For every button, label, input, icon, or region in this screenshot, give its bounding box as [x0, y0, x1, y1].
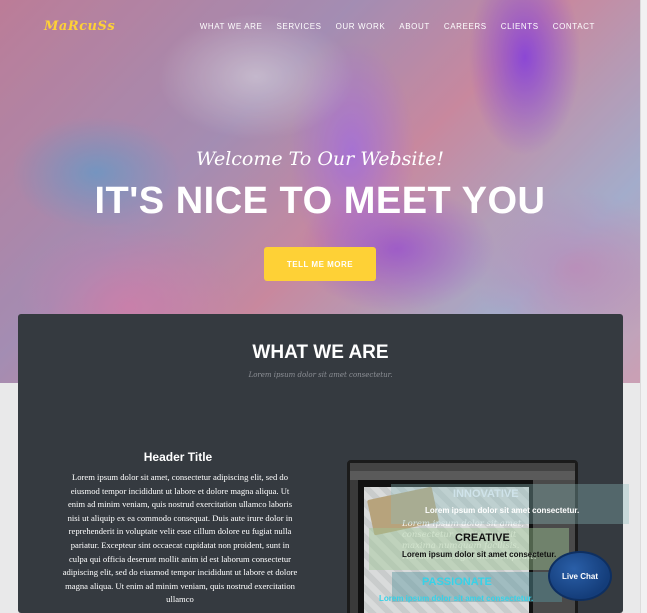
- nav-item-our-work[interactable]: OUR WORK: [336, 22, 386, 31]
- innovative-heading: INNOVATIVE: [453, 488, 519, 500]
- passionate-text: Lorem ipsum dolor sit amet consectetur.: [379, 594, 534, 603]
- nav-item-contact[interactable]: CONTACT: [553, 22, 595, 31]
- tell-me-more-button[interactable]: TELL ME MORE: [264, 247, 376, 281]
- hero-headline: IT'S NICE TO MEET YOU: [94, 180, 546, 222]
- column-header-title: Header Title: [143, 450, 213, 464]
- nav-item-clients[interactable]: CLIENTS: [501, 22, 539, 31]
- live-chat-button[interactable]: Live Chat: [548, 551, 612, 601]
- editor-menubar: [350, 463, 575, 471]
- editor-toolbar: [350, 471, 575, 480]
- scrollbar-track[interactable]: [640, 0, 647, 613]
- nav-item-careers[interactable]: CAREERS: [444, 22, 487, 31]
- nav-item-services[interactable]: SERVICES: [276, 22, 321, 31]
- section-subtitle: Lorem ipsum dolor sit amet consectetur.: [248, 371, 393, 379]
- creative-heading: CREATIVE: [455, 532, 510, 544]
- passionate-heading: PASSIONATE: [422, 576, 492, 588]
- nav-item-what-we-are[interactable]: WHAT WE ARE: [200, 22, 263, 31]
- editor-tools-panel: [350, 480, 358, 613]
- brand-logo[interactable]: MaRcuSs: [44, 19, 115, 34]
- live-chat-label: Live Chat: [561, 571, 598, 581]
- column-body-text: Lorem ipsum dolor sit amet, consectetur …: [62, 472, 298, 605]
- section-title: WHAT WE ARE: [252, 342, 389, 363]
- hero-welcome-text: Welcome To Our Website!: [195, 148, 445, 170]
- innovative-text: Lorem ipsum dolor sit amet consectetur.: [425, 506, 580, 515]
- nav-item-about[interactable]: ABOUT: [399, 22, 430, 31]
- main-nav: WHAT WE ARE SERVICES OUR WORK ABOUT CARE…: [200, 22, 595, 31]
- creative-text: Lorem ipsum dolor sit amet consectetur.: [402, 550, 557, 559]
